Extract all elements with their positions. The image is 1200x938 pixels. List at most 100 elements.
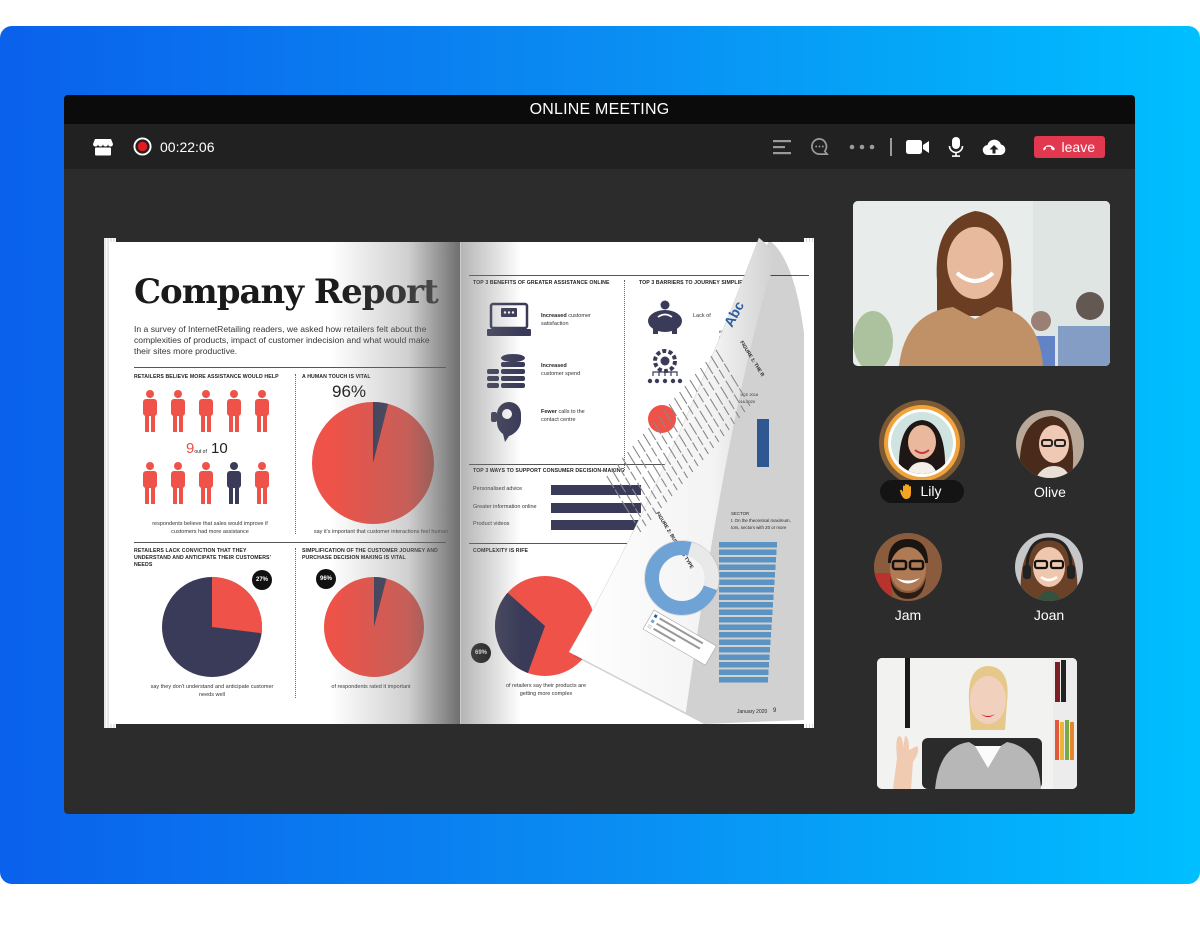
person-icon: [143, 390, 157, 432]
person-icon: [199, 462, 213, 504]
section-heading: TOP 3 BENEFITS OF GREATER ASSISTANCE ONL…: [473, 280, 610, 286]
avatar-jam: [874, 533, 942, 601]
person-icon: [143, 462, 157, 504]
sector-bar: [719, 647, 770, 653]
presenter-video-feed: [853, 201, 1110, 366]
meeting-timer: 00:22:06: [160, 138, 215, 155]
headset-icon: [491, 402, 521, 442]
participant-name: Joan: [1033, 607, 1065, 623]
behind-text: 2016-2020: [736, 399, 756, 404]
avatar-lily: [891, 412, 953, 474]
coins-icon: [487, 354, 525, 388]
sector-bar: [719, 572, 775, 578]
avatar-joan: [1015, 533, 1083, 601]
benefit-item: Increased customer satisfaction: [541, 313, 591, 327]
barrier-item: Lack of: [693, 313, 711, 319]
participant-name: Olive: [1034, 484, 1066, 500]
stat-nine-out-of-ten: 9out of 10: [186, 440, 228, 457]
leave-label: leave: [1061, 138, 1095, 155]
participant-name: Jam: [894, 607, 922, 623]
divider: [469, 543, 629, 544]
benefit-item: Increased customer spend: [541, 363, 581, 377]
footer-date: January 2020: [737, 709, 768, 715]
participant-jam[interactable]: Jam: [848, 533, 968, 623]
menu-icon[interactable]: [772, 137, 792, 157]
shared-document[interactable]: Company Report In a survey of InternetRe…: [104, 238, 814, 728]
divider: [134, 367, 446, 368]
section-caption: say it's important that customer interac…: [313, 529, 449, 535]
sector-bar-chart: [719, 542, 777, 683]
section-caption: of respondents rated it important: [331, 684, 411, 690]
person-icon: [171, 390, 185, 432]
more-icon[interactable]: [848, 137, 876, 157]
pie-value-label: 96%: [332, 382, 367, 401]
store-icon[interactable]: [92, 136, 114, 158]
dotted-divider: [295, 548, 296, 698]
section-heading: TOP 3 WAYS TO SUPPORT CONSUMER DECISION-…: [473, 468, 625, 474]
participant-lily[interactable]: Lily: [862, 400, 982, 504]
dotted-divider: [295, 374, 296, 534]
person-icon: [255, 390, 269, 432]
sector-bar: [719, 594, 774, 600]
bar-label: Product videos: [473, 521, 510, 527]
laptop-chat-icon: [487, 302, 531, 336]
participant-video-feed: [877, 658, 1077, 789]
window-title: ONLINE MEETING: [64, 95, 1135, 124]
dotted-divider: [624, 280, 625, 470]
sector-bar: [719, 669, 769, 675]
piggy-bank-icon: [648, 300, 682, 334]
person-icon: [199, 390, 213, 432]
sector-bar: [719, 602, 773, 608]
person-icon: [171, 462, 185, 504]
divider: [469, 464, 669, 465]
microphone-icon[interactable]: [946, 136, 966, 158]
participant-video[interactable]: [877, 658, 1077, 789]
person-icon: [227, 462, 241, 504]
meeting-window: ONLINE MEETING 00:22:06 leave Company Re…: [64, 95, 1135, 814]
document-right-page: TOP 3 BENEFITS OF GREATER ASSISTANCE ONL…: [461, 242, 813, 724]
meeting-stage: Company Report In a survey of InternetRe…: [64, 169, 1135, 814]
pie-chart-human-touch: [312, 402, 434, 524]
participant-olive[interactable]: Olive: [990, 410, 1110, 500]
page-number: 9: [773, 708, 777, 714]
section-caption: of retailers say their products are gett…: [505, 683, 587, 697]
section-heading: RETAILERS BELIEVE MORE ASSISTANCE WOULD …: [134, 374, 279, 380]
bar-label: Personalised advice: [473, 486, 523, 492]
sector-bar: [719, 617, 772, 623]
section-heading: SIMPLIFICATION OF THE CUSTOMER JOURNEY A…: [302, 548, 439, 561]
document-left-page: Company Report In a survey of InternetRe…: [110, 242, 461, 724]
avatar-olive: [1016, 410, 1084, 478]
toolbar-divider: [889, 137, 892, 156]
camera-icon[interactable]: [905, 137, 930, 157]
gear-network-icon: [647, 349, 683, 384]
sector-bar: [719, 624, 772, 630]
sector-bar: [719, 564, 776, 570]
phone-hangup-icon: [1042, 144, 1055, 150]
sector-bar: [719, 677, 768, 683]
sector-bar: [719, 654, 770, 660]
bar: [757, 419, 769, 467]
meeting-toolbar: 00:22:06 leave: [64, 124, 1135, 169]
leave-button[interactable]: leave: [1033, 135, 1105, 158]
divider: [134, 542, 446, 543]
record-icon[interactable]: [132, 137, 152, 157]
pie-icon: [648, 405, 676, 433]
person-icon: [255, 462, 269, 504]
participant-joan[interactable]: Joan: [989, 533, 1109, 623]
divider: [469, 275, 809, 276]
pie-value-badge: 96%: [316, 569, 336, 589]
sector-bar: [719, 579, 775, 585]
section-heading: A HUMAN TOUCH IS VITAL: [302, 374, 371, 380]
bar: [551, 503, 641, 513]
cloud-upload-icon[interactable]: [982, 137, 1006, 157]
person-icon: [227, 390, 241, 432]
sector-bar: [719, 587, 774, 593]
chat-icon[interactable]: [810, 137, 830, 157]
behind-text: SECTOR t. On the theoretical maximum, tors…: [731, 511, 791, 530]
presenter-video[interactable]: [853, 201, 1110, 366]
raised-hand-icon: [900, 483, 914, 499]
sector-bar: [719, 632, 771, 638]
bar: [551, 485, 641, 495]
sector-bar: [719, 662, 769, 668]
bar-label: Greater information online: [473, 504, 537, 510]
